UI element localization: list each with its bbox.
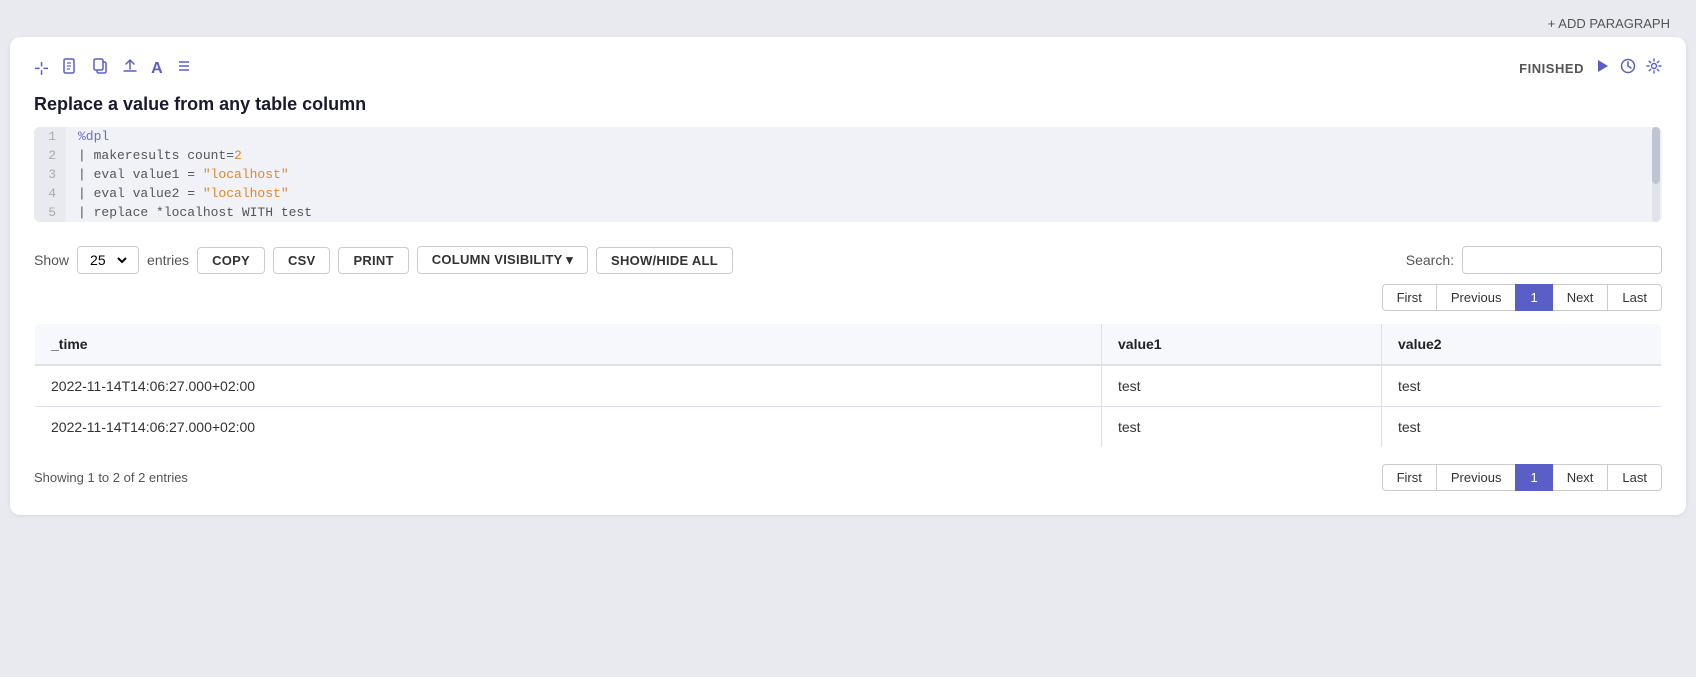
scrollbar-track[interactable] <box>1652 127 1660 222</box>
next-page-btn-bottom[interactable]: Next <box>1552 464 1609 491</box>
cell-value1-2: test <box>1102 407 1382 448</box>
line-content: | replace *localhost WITH test <box>66 203 1662 222</box>
list-icon[interactable] <box>175 57 193 80</box>
cell-value2-1: test <box>1382 365 1662 407</box>
clock-icon[interactable] <box>1620 58 1636 79</box>
table-row: 2022-11-14T14:06:27.000+02:00 test test <box>35 407 1662 448</box>
cell-time-1: 2022-11-14T14:06:27.000+02:00 <box>35 365 1102 407</box>
code-line-3: 3 | eval value1 = "localhost" <box>34 165 1662 184</box>
col-header-value2: value2 <box>1382 324 1662 366</box>
code-line-2: 2 | makeresults count=2 <box>34 146 1662 165</box>
search-input[interactable] <box>1462 246 1662 274</box>
line-number: 5 <box>34 203 66 222</box>
show-hide-all-button[interactable]: SHOW/HIDE ALL <box>596 247 733 274</box>
move-icon[interactable]: ⊹ <box>34 58 49 79</box>
col-header-value1: value1 <box>1102 324 1382 366</box>
line-number: 4 <box>34 184 66 203</box>
search-label: Search: <box>1406 252 1454 268</box>
upload-icon[interactable] <box>121 57 139 80</box>
entries-select[interactable]: 25 10 50 100 <box>86 251 130 269</box>
line-number: 2 <box>34 146 66 165</box>
col-header-time: _time <box>35 324 1102 366</box>
line-number: 3 <box>34 165 66 184</box>
card: ⊹ A <box>10 37 1686 515</box>
cell-value2-2: test <box>1382 407 1662 448</box>
last-page-btn-bottom[interactable]: Last <box>1607 464 1662 491</box>
top-bar: + ADD PARAGRAPH <box>10 10 1686 37</box>
last-page-btn-top[interactable]: Last <box>1607 284 1662 311</box>
first-page-btn-bottom[interactable]: First <box>1382 464 1437 491</box>
entries-select-box[interactable]: 25 10 50 100 <box>77 246 139 274</box>
settings-icon[interactable] <box>1646 58 1662 79</box>
prev-page-btn-bottom[interactable]: Previous <box>1436 464 1517 491</box>
search-row: Search: <box>1406 246 1662 274</box>
toolbar: ⊹ A <box>34 57 1662 80</box>
finished-label: FINISHED <box>1519 61 1584 76</box>
print-button[interactable]: PRINT <box>338 247 408 274</box>
line-content: | makeresults count=2 <box>66 146 1662 165</box>
first-page-btn-top[interactable]: First <box>1382 284 1437 311</box>
scrollbar-thumb <box>1652 127 1660 184</box>
code-line-4: 4 | eval value2 = "localhost" <box>34 184 1662 203</box>
showing-text: Showing 1 to 2 of 2 entries <box>34 470 188 485</box>
column-visibility-button[interactable]: COLUMN VISIBILITY ▾ <box>417 246 588 274</box>
next-page-btn-top[interactable]: Next <box>1552 284 1609 311</box>
page-1-btn-top[interactable]: 1 <box>1515 284 1552 311</box>
pagination-bottom: First Previous 1 Next Last <box>1383 464 1662 491</box>
run-icon[interactable] <box>1594 58 1610 79</box>
line-content: | eval value2 = "localhost" <box>66 184 1662 203</box>
table-row: 2022-11-14T14:06:27.000+02:00 test test <box>35 365 1662 407</box>
pagination-top: First Previous 1 Next Last <box>34 284 1662 311</box>
toolbar-right: FINISHED <box>1519 58 1662 79</box>
text-icon[interactable]: A <box>151 60 163 78</box>
show-label: Show <box>34 252 69 268</box>
csv-button[interactable]: CSV <box>273 247 331 274</box>
data-table: _time value1 value2 2022-11-14T14:06:27.… <box>34 323 1662 448</box>
controls-row: Show 25 10 50 100 entries COPY CSV PRINT… <box>34 246 1662 274</box>
page-1-btn-bottom[interactable]: 1 <box>1515 464 1552 491</box>
controls-left: Show 25 10 50 100 entries COPY CSV PRINT… <box>34 246 733 274</box>
section-title: Replace a value from any table column <box>34 94 1662 115</box>
bottom-row: Showing 1 to 2 of 2 entries First Previo… <box>34 464 1662 491</box>
line-content: %dpl <box>66 127 1662 146</box>
copy-button[interactable]: COPY <box>197 247 265 274</box>
code-block: 1 %dpl 2 | makeresults count=2 3 | eval … <box>34 127 1662 222</box>
document-icon[interactable] <box>61 57 79 80</box>
cell-time-2: 2022-11-14T14:06:27.000+02:00 <box>35 407 1102 448</box>
toolbar-left: ⊹ A <box>34 57 193 80</box>
prev-page-btn-top[interactable]: Previous <box>1436 284 1517 311</box>
line-content: | eval value1 = "localhost" <box>66 165 1662 184</box>
line-number: 1 <box>34 127 66 146</box>
add-paragraph-btn[interactable]: + ADD PARAGRAPH <box>1548 16 1670 31</box>
entries-label: entries <box>147 252 189 268</box>
cell-value1-1: test <box>1102 365 1382 407</box>
code-line-1: 1 %dpl <box>34 127 1662 146</box>
table-header-row: _time value1 value2 <box>35 324 1662 366</box>
copy-icon[interactable] <box>91 57 109 80</box>
code-line-5: 5 | replace *localhost WITH test <box>34 203 1662 222</box>
